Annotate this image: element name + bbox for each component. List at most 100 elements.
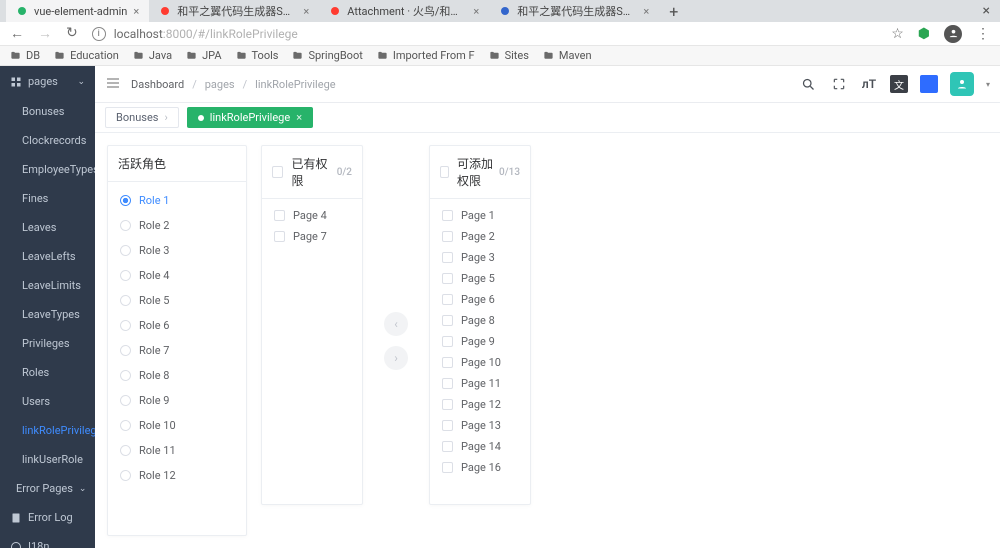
role-row[interactable]: Role 5 (108, 288, 246, 313)
available-select-all[interactable] (440, 166, 449, 178)
tag-bonuses[interactable]: Bonuses › (105, 107, 179, 128)
hamburger-icon[interactable] (105, 75, 121, 94)
bookmark-folder[interactable]: JPA (186, 49, 221, 62)
bookmark-folder[interactable]: Sites (489, 49, 529, 62)
role-row[interactable]: Role 4 (108, 263, 246, 288)
permission-item[interactable]: Page 10 (430, 352, 530, 373)
checkbox-icon[interactable] (442, 378, 453, 389)
close-icon[interactable]: × (303, 5, 309, 18)
sidebar-item[interactable]: LeaveTypes (0, 300, 95, 329)
role-row[interactable]: Role 8 (108, 363, 246, 388)
avatar[interactable] (950, 72, 974, 96)
role-row[interactable]: Role 1 (108, 188, 246, 213)
search-icon[interactable] (800, 75, 818, 93)
crumb-dashboard[interactable]: Dashboard (131, 78, 184, 91)
bookmark-folder[interactable]: Java (133, 49, 172, 62)
role-row[interactable]: Role 6 (108, 313, 246, 338)
checkbox-icon[interactable] (442, 399, 453, 410)
bookmark-folder[interactable]: Maven (543, 49, 592, 62)
sidebar-item[interactable]: Fines (0, 184, 95, 213)
sidebar-error-pages[interactable]: Error Pages ⌄ (0, 474, 95, 503)
window-close[interactable]: × (983, 3, 1000, 19)
checkbox-icon[interactable] (442, 462, 453, 473)
sidebar-i18n[interactable]: I18n (0, 532, 95, 548)
font-size-icon[interactable]: лT (860, 75, 878, 93)
bookmark-folder[interactable]: SpringBoot (292, 49, 362, 62)
role-row[interactable]: Role 9 (108, 388, 246, 413)
tag-linkroleprivilege[interactable]: linkRolePrivilege × (187, 107, 313, 128)
forward-icon[interactable]: → (38, 25, 52, 42)
reload-icon[interactable]: ↻ (66, 25, 78, 42)
permission-item[interactable]: Page 12 (430, 394, 530, 415)
browser-tab[interactable]: 和平之翼代码生成器SMEU× (149, 0, 319, 22)
checkbox-icon[interactable] (274, 210, 285, 221)
assigned-select-all[interactable] (272, 166, 283, 178)
close-icon[interactable]: × (133, 5, 139, 18)
fullscreen-icon[interactable] (830, 75, 848, 93)
caret-down-icon[interactable]: ▾ (986, 80, 990, 89)
sidebar-group-pages[interactable]: pages ⌄ (0, 66, 95, 97)
checkbox-icon[interactable] (442, 294, 453, 305)
site-info-icon[interactable]: i (92, 27, 106, 41)
role-row[interactable]: Role 10 (108, 413, 246, 438)
sidebar-item[interactable]: Leaves (0, 213, 95, 242)
close-icon[interactable]: × (296, 111, 302, 124)
transfer-left-button[interactable]: ‹ (384, 312, 408, 336)
permission-item[interactable]: Page 7 (262, 226, 362, 247)
bookmark-folder[interactable]: DB (10, 49, 40, 62)
checkbox-icon[interactable] (274, 231, 285, 242)
permission-item[interactable]: Page 3 (430, 247, 530, 268)
checkbox-icon[interactable] (442, 315, 453, 326)
permission-item[interactable]: Page 16 (430, 457, 530, 478)
profile-icon[interactable] (944, 25, 962, 43)
checkbox-icon[interactable] (442, 231, 453, 242)
browser-tab[interactable]: 和平之翼代码生成器SMEU× (489, 0, 659, 22)
permission-item[interactable]: Page 5 (430, 268, 530, 289)
url-field[interactable]: i localhost:8000/#/linkRolePrivilege (92, 27, 877, 41)
checkbox-icon[interactable] (442, 273, 453, 284)
checkbox-icon[interactable] (442, 420, 453, 431)
browser-tab[interactable]: Attachment · 火鸟/和平之…× (319, 0, 489, 22)
transfer-right-button[interactable]: › (384, 346, 408, 370)
checkbox-icon[interactable] (442, 357, 453, 368)
role-row[interactable]: Role 3 (108, 238, 246, 263)
checkbox-icon[interactable] (442, 210, 453, 221)
sidebar-item[interactable]: Clockrecords (0, 126, 95, 155)
checkbox-icon[interactable] (442, 336, 453, 347)
bookmark-folder[interactable]: Education (54, 49, 119, 62)
crumb-pages[interactable]: pages (205, 78, 235, 91)
permission-item[interactable]: Page 9 (430, 331, 530, 352)
permission-item[interactable]: Page 14 (430, 436, 530, 457)
sidebar-item[interactable]: EmployeeTypes (0, 155, 95, 184)
permission-item[interactable]: Page 1 (430, 205, 530, 226)
menu-icon[interactable]: ⋮ (976, 26, 990, 42)
sidebar-item[interactable]: Bonuses (0, 97, 95, 126)
browser-tab[interactable]: vue-element-admin× (6, 0, 149, 22)
role-row[interactable]: Role 2 (108, 213, 246, 238)
back-icon[interactable]: ← (10, 25, 24, 42)
star-icon[interactable]: ☆ (891, 26, 904, 42)
close-icon[interactable]: × (473, 5, 479, 18)
permission-item[interactable]: Page 8 (430, 310, 530, 331)
sidebar-item[interactable]: linkRolePrivilege (0, 416, 95, 445)
permission-item[interactable]: Page 11 (430, 373, 530, 394)
sidebar-item[interactable]: linkUserRole (0, 445, 95, 474)
close-icon[interactable]: × (643, 5, 649, 18)
role-row[interactable]: Role 11 (108, 438, 246, 463)
sidebar-error-log[interactable]: Error Log (0, 503, 95, 532)
role-row[interactable]: Role 12 (108, 463, 246, 488)
sidebar-item[interactable]: Users (0, 387, 95, 416)
role-row[interactable]: Role 7 (108, 338, 246, 363)
checkbox-icon[interactable] (442, 252, 453, 263)
language-icon[interactable]: 文 (890, 75, 908, 93)
checkbox-icon[interactable] (442, 441, 453, 452)
sidebar-item[interactable]: Roles (0, 358, 95, 387)
permission-item[interactable]: Page 6 (430, 289, 530, 310)
sidebar-item[interactable]: LeaveLimits (0, 271, 95, 300)
bookmark-folder[interactable]: Imported From F (377, 49, 475, 62)
theme-icon[interactable] (920, 75, 938, 93)
extensions-icon[interactable]: ⬢ (918, 26, 930, 42)
permission-item[interactable]: Page 13 (430, 415, 530, 436)
sidebar-item[interactable]: LeaveLefts (0, 242, 95, 271)
sidebar-item[interactable]: Privileges (0, 329, 95, 358)
